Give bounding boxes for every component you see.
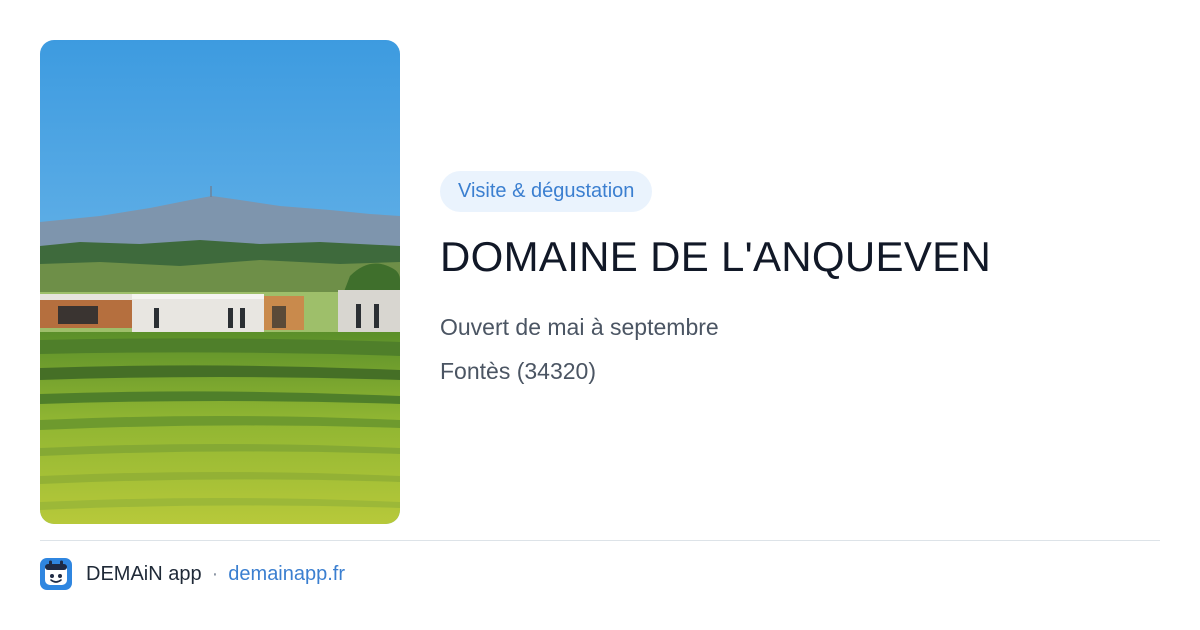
category-tag: Visite & dégustation bbox=[440, 171, 653, 212]
footer: DEMAiN app · demainapp.fr bbox=[40, 558, 345, 590]
separator: · bbox=[211, 562, 219, 585]
estate-photo bbox=[40, 40, 400, 524]
share-card: Visite & dégustation DOMAINE DE L'ANQUEV… bbox=[0, 0, 1200, 630]
opening-period: Ouvert de mai à septembre bbox=[440, 314, 719, 340]
location: Fontès (34320) bbox=[440, 358, 596, 384]
divider bbox=[40, 540, 1160, 541]
demain-app-icon bbox=[40, 558, 72, 590]
website-link[interactable]: demainapp.fr bbox=[228, 563, 345, 586]
activity-info: Visite & dégustation DOMAINE DE L'ANQUEV… bbox=[440, 171, 1160, 386]
app-name: DEMAiN app bbox=[86, 562, 202, 585]
page-title: DOMAINE DE L'ANQUEVEN bbox=[440, 233, 992, 280]
